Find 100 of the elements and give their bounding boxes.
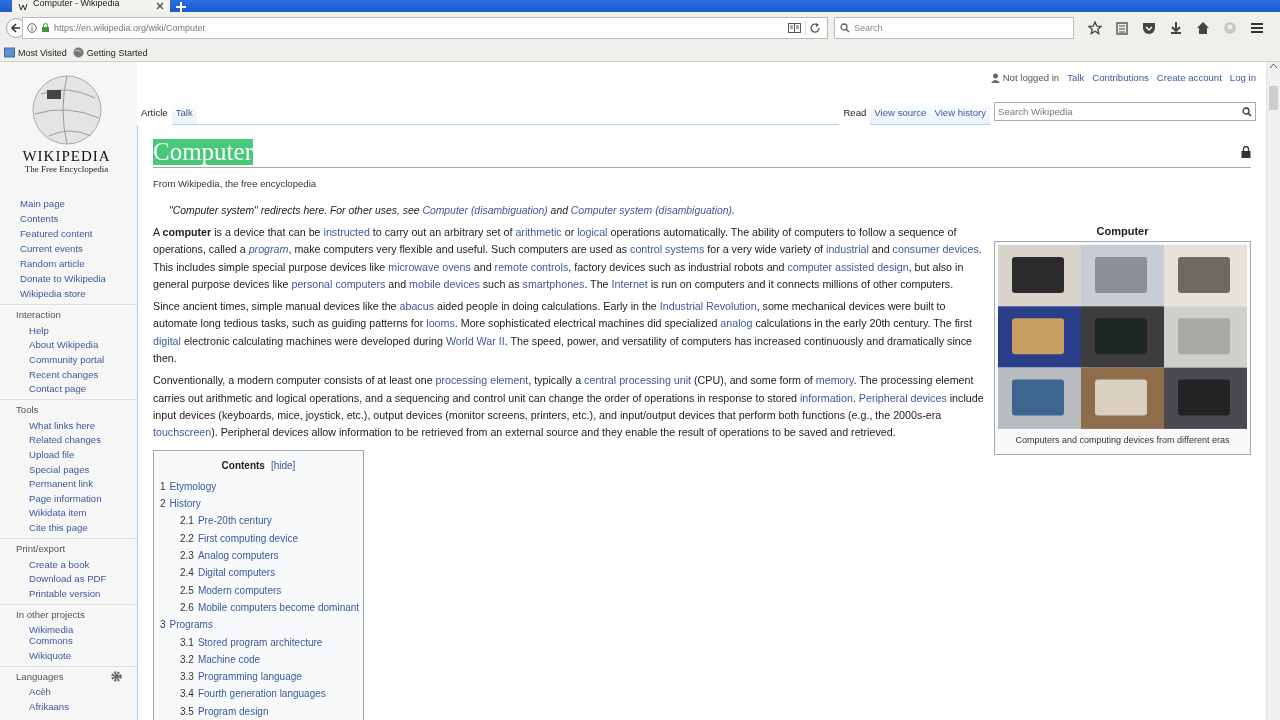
scroll-thumb[interactable] xyxy=(1269,86,1278,110)
link[interactable]: World War II xyxy=(445,334,505,347)
image-caption: Computers and computing devices from different eras xyxy=(1015,434,1230,447)
sidebar-link[interactable]: Community portal xyxy=(29,352,119,367)
toc-link[interactable]: 3.5 Program design xyxy=(180,702,357,720)
toc-link[interactable]: 2.2 First computing device xyxy=(180,529,357,548)
link[interactable]: arithmetic xyxy=(515,226,562,238)
toc-link[interactable]: 2.6 Mobile computers become dominant xyxy=(180,598,357,617)
sidebar-link[interactable]: Featured content xyxy=(20,226,137,241)
bookmark[interactable]: Getting Started xyxy=(86,47,148,58)
link[interactable]: digital xyxy=(153,334,181,347)
sidebar-link[interactable]: About Wikipedia xyxy=(29,337,119,353)
sidebar-link[interactable]: What links here xyxy=(29,417,119,433)
link[interactable]: consumer devices xyxy=(892,243,979,256)
sidebar-link[interactable]: Wikidata item xyxy=(29,505,119,521)
toc-link[interactable]: 2.4 Digital computers xyxy=(180,564,357,582)
clipboard-icon[interactable] xyxy=(1115,21,1129,35)
close-icon[interactable] xyxy=(156,2,164,10)
scroll-up-icon[interactable] xyxy=(1269,62,1278,70)
link[interactable]: logical xyxy=(577,226,608,238)
home-icon[interactable] xyxy=(1196,21,1210,35)
link[interactable]: Computer system (disambiguation) xyxy=(570,205,732,216)
sidebar-link[interactable]: Acèh xyxy=(29,684,119,700)
toc-link[interactable]: 2.1 Pre-20th century xyxy=(180,512,357,530)
reload-icon[interactable] xyxy=(810,22,821,34)
toc-link[interactable]: 2 History xyxy=(160,495,357,513)
hide-link[interactable]: [hide] xyxy=(270,456,296,474)
sidebar-link[interactable]: Special pages xyxy=(29,461,119,477)
link[interactable]: industrial xyxy=(826,243,869,256)
sidebar-link[interactable]: Contents xyxy=(20,211,137,226)
link[interactable]: memory xyxy=(815,374,854,387)
wordmark: WIKIPEDIA xyxy=(22,148,111,164)
star-icon[interactable] xyxy=(1088,21,1102,35)
link[interactable]: Peripheral devices xyxy=(858,391,947,404)
sidebar-link[interactable]: Afrikaans xyxy=(29,699,119,714)
bookmark[interactable]: Most Visited xyxy=(18,47,67,58)
sidebar-link[interactable]: Main page xyxy=(20,196,137,211)
sidebar-link[interactable]: Current events xyxy=(20,241,137,256)
info-icon[interactable] xyxy=(27,23,37,33)
link[interactable]: personal computers xyxy=(291,277,386,290)
link[interactable]: Industrial Revolution xyxy=(659,300,757,313)
toc-link[interactable]: 3 Programs xyxy=(160,616,357,634)
sidebar-link[interactable]: Wikiquote xyxy=(29,648,119,663)
gear-icon[interactable] xyxy=(111,671,122,683)
search-field[interactable]: Search xyxy=(834,17,1074,39)
download-icon[interactable] xyxy=(1169,21,1183,35)
link[interactable]: Internet xyxy=(611,277,648,290)
toc-link[interactable]: 2.3 Analog computers xyxy=(180,547,357,565)
toc-link[interactable]: 3.1 Stored program architecture xyxy=(180,633,357,651)
toc-link[interactable]: 3.4 Fourth generation languages xyxy=(180,685,357,703)
address-bar[interactable]: https://en.wikipedia.org/wiki/Computer xyxy=(22,17,828,39)
view-tab[interactable]: View source xyxy=(870,101,931,125)
link[interactable]: instructed xyxy=(323,226,370,238)
sidebar-link[interactable]: Create a book xyxy=(29,556,119,572)
personal-link[interactable]: Talk xyxy=(1067,72,1085,83)
personal-link[interactable]: Log in xyxy=(1229,72,1256,83)
pocket-icon[interactable] xyxy=(1142,21,1156,35)
sidebar-link[interactable]: Contact page xyxy=(29,381,119,396)
sidebar-link[interactable]: Related changes xyxy=(29,432,119,448)
link[interactable]: abacus xyxy=(399,300,434,313)
page-tab[interactable]: Talk xyxy=(171,101,197,125)
personal-link[interactable]: Create account xyxy=(1156,72,1222,83)
link[interactable]: microwave ovens xyxy=(388,260,471,273)
link[interactable]: analog xyxy=(720,317,753,330)
sidebar-link[interactable]: Cite this page xyxy=(29,520,119,535)
link[interactable]: information xyxy=(800,391,853,404)
paragraph: Conventionally, a modern computer consists of at least one processing element, typically a central processing unit (CPU), and some form of memory. The processing element carries out arithmetic and logical operations, and a sequencing and control unit can change the order of operations in response to stored information. Peripheral devices include input devices (keyboards, mice, joystick, etc.), output devices (monitor screens, printers, etc.), and input/output devices that perform both functions (e.g., the 2000s-era touchscreen). Peripheral devices allow information to be retrieved from an external source and they enable the result of operations to be saved and retrieved. xyxy=(153,373,985,441)
link[interactable]: control systems xyxy=(630,243,705,256)
sidebar-link[interactable]: Donate to Wikipedia xyxy=(20,271,137,286)
sidebar-link[interactable]: Download as PDF xyxy=(29,571,119,586)
search-icon[interactable] xyxy=(1242,106,1252,117)
link[interactable]: looms xyxy=(426,317,455,330)
plus-icon[interactable] xyxy=(176,2,186,12)
menu-icon[interactable] xyxy=(1250,21,1264,35)
sidebar-link[interactable]: Wikipedia store xyxy=(20,286,137,301)
toc-link[interactable]: 1 Etymology xyxy=(160,477,357,496)
link[interactable]: mobile devices xyxy=(409,277,480,290)
sidebar-link[interactable]: Wikimedia Commons xyxy=(29,622,119,649)
sidebar-link[interactable]: Upload file xyxy=(29,447,119,462)
sidebar-link[interactable]: Help xyxy=(29,323,119,338)
browser-tab[interactable]: Computer - Wikipedia xyxy=(12,0,170,12)
view-tab[interactable]: View history xyxy=(930,101,990,125)
personal-link[interactable]: Contributions xyxy=(1092,72,1149,83)
lock-icon xyxy=(41,23,50,33)
toc-link[interactable]: 2.5 Modern computers xyxy=(180,581,357,599)
sidebar-link[interactable]: Recent changes xyxy=(29,366,119,382)
toc-link[interactable]: 3.2 Machine code xyxy=(180,650,357,669)
logo-tagline: The Free Encyclopedia xyxy=(24,164,109,175)
link[interactable]: computer assisted design xyxy=(787,260,909,273)
sidebar-link[interactable]: Printable version xyxy=(29,585,119,601)
sidebar-link[interactable]: Permanent link xyxy=(29,476,119,491)
reader-view-icon[interactable] xyxy=(788,23,801,33)
wiki-search-field[interactable]: Search Wikipedia xyxy=(994,102,1256,121)
sidebar-link[interactable]: Random article xyxy=(20,256,137,271)
toc-link[interactable]: 3.3 Programming language xyxy=(180,668,357,686)
link[interactable]: touchscreen xyxy=(153,426,212,439)
sidebar-link[interactable]: Page information xyxy=(29,490,119,506)
link[interactable]: Computer (disambiguation) xyxy=(422,205,548,216)
link[interactable]: central processing unit xyxy=(584,374,692,387)
scrollbar[interactable] xyxy=(1266,62,1280,720)
